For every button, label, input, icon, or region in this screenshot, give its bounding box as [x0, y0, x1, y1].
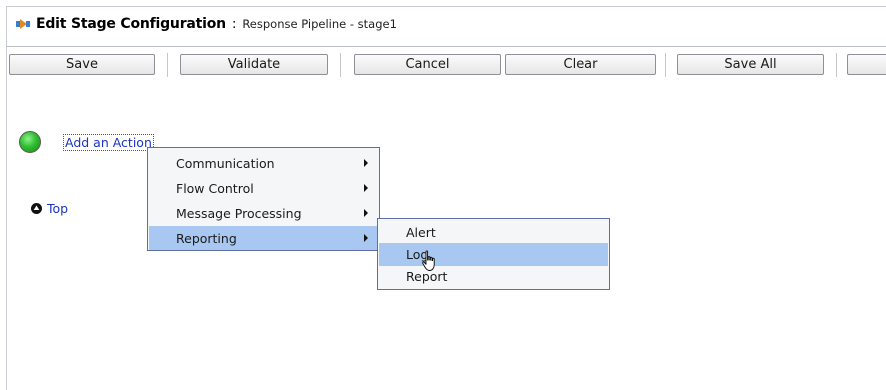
hand-cursor-icon	[422, 250, 435, 271]
page-subtitle: Response Pipeline - stage1	[242, 17, 397, 31]
submenu-item-report[interactable]: Report	[379, 265, 608, 288]
menu-item-label: Reporting	[176, 230, 237, 246]
add-action-link[interactable]: Add an Action	[63, 134, 154, 151]
menu-item-label: Message Processing	[176, 205, 302, 221]
top-link-label: Top	[47, 201, 69, 216]
green-status-icon	[19, 131, 41, 153]
reporting-submenu: Alert Log Report	[377, 218, 610, 290]
toolbar-divider	[340, 53, 341, 77]
menu-item-reporting[interactable]: Reporting	[149, 226, 378, 250]
menu-item-label: Flow Control	[176, 180, 254, 196]
toolbar-divider	[665, 53, 666, 77]
submenu-arrow-icon	[364, 209, 368, 217]
menu-item-message-processing[interactable]: Message Processing	[149, 201, 378, 225]
toolbar: Save Validate Cancel Clear Save All	[7, 46, 886, 81]
toolbar-divider	[836, 53, 837, 77]
submenu-arrow-icon	[364, 234, 368, 242]
submenu-arrow-icon	[364, 159, 368, 167]
menu-item-flow-control[interactable]: Flow Control	[149, 176, 378, 200]
submenu-item-alert[interactable]: Alert	[379, 221, 608, 244]
action-menu: Communication Flow Control Message Proce…	[147, 147, 380, 251]
validate-button[interactable]: Validate	[180, 54, 328, 75]
menu-item-label: Communication	[176, 155, 275, 171]
overflow-button[interactable]	[847, 54, 886, 75]
cancel-button[interactable]: Cancel	[354, 54, 501, 75]
save-all-button[interactable]: Save All	[677, 54, 824, 75]
page-title: Edit Stage Configuration	[36, 16, 226, 32]
submenu-item-label: Alert	[406, 225, 436, 240]
clear-button[interactable]: Clear	[505, 54, 656, 75]
title-bar: Edit Stage Configuration : Response Pipe…	[7, 7, 886, 41]
title-separator: :	[231, 16, 237, 32]
top-link[interactable]: Top	[31, 201, 68, 216]
up-arrow-circle-icon	[31, 203, 42, 214]
toolbar-divider	[167, 53, 168, 77]
submenu-item-log[interactable]: Log	[379, 243, 608, 266]
menu-item-communication[interactable]: Communication	[149, 151, 378, 175]
save-button[interactable]: Save	[9, 54, 155, 75]
stage-config-icon	[16, 19, 30, 29]
submenu-arrow-icon	[364, 184, 368, 192]
